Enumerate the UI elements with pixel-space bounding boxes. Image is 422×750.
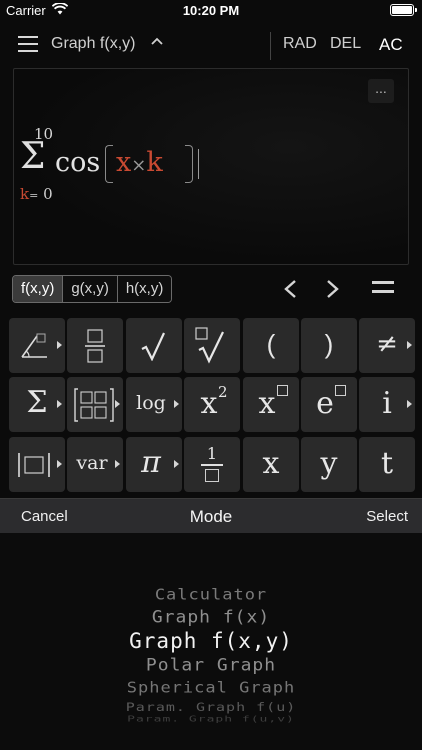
more-options-button[interactable]: ... bbox=[368, 79, 394, 103]
expression-display[interactable]: ... 10 Σ k= 0 cos x×k bbox=[13, 68, 409, 265]
matrix-key[interactable] bbox=[67, 377, 123, 432]
sum-key[interactable]: Σ bbox=[9, 377, 65, 432]
fraction-numerator: 1 bbox=[206, 444, 218, 463]
tab-g[interactable]: g(x,y) bbox=[63, 276, 118, 302]
square-key[interactable]: x 2 bbox=[184, 377, 240, 432]
expand-arrow-icon bbox=[407, 400, 412, 408]
expand-arrow-icon bbox=[407, 341, 412, 349]
fraction-key[interactable] bbox=[67, 318, 123, 373]
t-key[interactable]: t bbox=[359, 437, 415, 492]
power-key[interactable]: x bbox=[243, 377, 299, 432]
sum-index-variable: k bbox=[20, 185, 30, 203]
text-cursor bbox=[198, 149, 199, 179]
picker-option[interactable]: Param. Graph f(u,v) bbox=[0, 715, 422, 724]
sqrt-key[interactable] bbox=[126, 318, 182, 373]
picker-option[interactable]: Calculator bbox=[0, 586, 422, 604]
sqrt-icon bbox=[141, 332, 165, 361]
fraction-icon bbox=[85, 329, 105, 363]
angle-key[interactable] bbox=[9, 318, 65, 373]
expand-arrow-icon bbox=[57, 400, 62, 408]
chevron-left-icon[interactable] bbox=[280, 278, 302, 300]
function-tabs: f(x,y) g(x,y) h(x,y) bbox=[12, 275, 173, 303]
left-paren bbox=[105, 145, 113, 183]
nth-root-icon bbox=[195, 327, 224, 364]
imaginary-key[interactable]: i bbox=[359, 377, 415, 432]
argument-k: k bbox=[146, 147, 163, 178]
fraction-bar bbox=[201, 464, 223, 466]
abs-key[interactable] bbox=[9, 437, 65, 492]
chevron-up-icon[interactable] bbox=[150, 35, 164, 49]
delete-button[interactable]: DEL bbox=[330, 35, 361, 53]
abs-icon bbox=[18, 453, 50, 477]
power-icon bbox=[277, 385, 288, 396]
log-key[interactable]: log bbox=[126, 377, 182, 432]
rad-button[interactable]: RAD bbox=[283, 35, 317, 53]
picker-option-selected[interactable]: Graph f(x,y) bbox=[0, 629, 422, 653]
select-button[interactable]: Select bbox=[366, 508, 408, 525]
cos-function: cos bbox=[55, 147, 101, 178]
angle-icon bbox=[21, 333, 47, 358]
unit-fraction-key[interactable]: 1 bbox=[184, 437, 240, 492]
picker-option[interactable]: Graph f(x) bbox=[0, 608, 422, 628]
not-equal-key[interactable]: ≠ bbox=[359, 318, 415, 373]
mode-picker[interactable]: Calculator Graph f(x) Graph f(x,y) Polar… bbox=[0, 533, 422, 750]
equals-icon[interactable] bbox=[372, 281, 394, 297]
y-key[interactable]: y bbox=[301, 437, 357, 492]
right-paren bbox=[185, 145, 193, 183]
picker-option[interactable]: Polar Graph bbox=[0, 656, 422, 676]
picker-title: Mode bbox=[189, 507, 233, 526]
argument-x: x bbox=[116, 147, 132, 178]
tab-f[interactable]: f(x,y) bbox=[13, 276, 64, 302]
open-paren-key[interactable]: ( bbox=[243, 318, 299, 373]
clock: 10:20 PM bbox=[182, 3, 240, 18]
fraction-icon bbox=[205, 469, 219, 482]
matrix-icon bbox=[74, 388, 114, 422]
pi-key[interactable]: π bbox=[126, 437, 182, 492]
sum-equals: = bbox=[29, 189, 39, 202]
expand-arrow-icon bbox=[174, 460, 179, 468]
function-argument[interactable]: x×k bbox=[105, 143, 193, 185]
tab-h[interactable]: h(x,y) bbox=[117, 276, 172, 302]
picker-toolbar: Cancel Mode Select bbox=[0, 498, 422, 533]
exp-key[interactable]: e bbox=[301, 377, 357, 432]
sum-lower-value: 0 bbox=[43, 185, 53, 203]
multiply-operator: × bbox=[131, 155, 147, 176]
menu-icon[interactable] bbox=[18, 36, 38, 52]
x-key[interactable]: x bbox=[243, 437, 299, 492]
toolbar: Graph f(x,y) RAD DEL AC bbox=[0, 28, 422, 62]
nth-root-key[interactable] bbox=[184, 318, 240, 373]
close-paren-key[interactable]: ) bbox=[301, 318, 357, 373]
chevron-right-icon[interactable] bbox=[321, 278, 343, 300]
sum-symbol: Σ bbox=[20, 136, 46, 177]
all-clear-button[interactable]: AC bbox=[379, 35, 403, 55]
superscript-two: 2 bbox=[218, 383, 228, 401]
sum-lower-bound[interactable]: k= 0 bbox=[20, 185, 53, 203]
battery-icon bbox=[390, 4, 417, 16]
mode-title[interactable]: Graph f(x,y) bbox=[51, 35, 135, 53]
picker-option[interactable]: Param. Graph f(u) bbox=[0, 700, 422, 714]
exponent-slot-icon bbox=[335, 385, 346, 396]
expand-arrow-icon bbox=[57, 341, 62, 349]
keypad: ( ) ≠ Σ log x 2 x e i var π 1 x y t bbox=[9, 318, 415, 494]
toolbar-divider bbox=[270, 32, 271, 60]
status-bar: Carrier 10:20 PM bbox=[0, 0, 422, 22]
picker-option[interactable]: Spherical Graph bbox=[0, 679, 422, 697]
variable-key[interactable]: var bbox=[67, 437, 123, 492]
